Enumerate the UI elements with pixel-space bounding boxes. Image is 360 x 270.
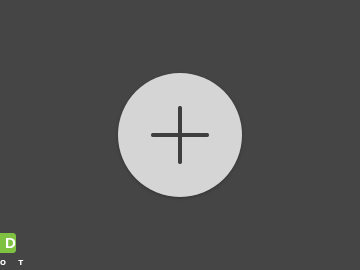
logo-mark: D bbox=[0, 233, 16, 253]
screen-background: D O T bbox=[0, 0, 360, 270]
watermark-logo: D O T bbox=[0, 233, 40, 270]
add-button[interactable] bbox=[118, 73, 242, 197]
logo-subtext: O T bbox=[0, 259, 29, 267]
logo-letter: D bbox=[5, 235, 16, 252]
plus-icon bbox=[151, 106, 209, 164]
